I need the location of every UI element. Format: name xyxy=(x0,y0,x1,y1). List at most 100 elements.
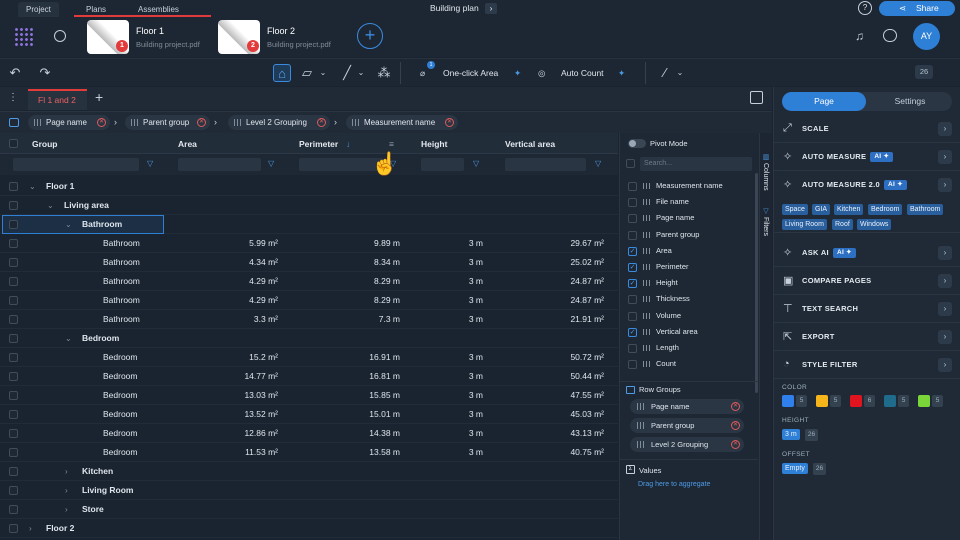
row-checkbox[interactable] xyxy=(9,410,18,419)
add-tab-button[interactable]: + xyxy=(95,89,103,105)
chevron-right-icon[interactable]: › xyxy=(938,150,952,164)
column-list-item[interactable]: Length xyxy=(628,340,758,356)
drag-handle-icon[interactable] xyxy=(643,328,650,335)
style-filter-item[interactable]: ◔ STYLE FILTER › xyxy=(774,351,960,379)
remove-chip-icon[interactable]: ✕ xyxy=(445,118,454,127)
table-row[interactable]: Bathroom 4.29 m² 8.29 m 3 m 24.87 m² xyxy=(0,272,618,291)
drag-handle-icon[interactable] xyxy=(643,312,650,319)
color-swatch[interactable] xyxy=(816,395,828,407)
chevron-down-icon[interactable]: ⌄ xyxy=(318,64,328,82)
notification-bell-icon[interactable]: ♫ xyxy=(855,29,864,43)
remove-chip-icon[interactable]: ✕ xyxy=(731,440,740,449)
column-list-item[interactable]: ✓ Area xyxy=(628,243,758,259)
app-logo-icon[interactable] xyxy=(14,27,34,47)
table-row[interactable]: Bathroom 4.29 m² 8.29 m 3 m 24.87 m² xyxy=(0,291,618,310)
export-table-icon[interactable] xyxy=(750,91,763,104)
drag-handle-icon[interactable] xyxy=(643,231,650,238)
column-search-input[interactable]: Search... xyxy=(640,157,752,171)
column-checkbox[interactable]: ✓ xyxy=(628,279,637,289)
drag-handle-icon[interactable] xyxy=(643,264,650,270)
drag-handle-icon[interactable] xyxy=(643,345,650,351)
remove-chip-icon[interactable]: ✕ xyxy=(97,118,106,127)
table-row[interactable]: ⌄ Floor 1 xyxy=(0,177,618,196)
chevron-right-icon[interactable]: › xyxy=(938,302,952,316)
chevron-right-icon[interactable]: › xyxy=(938,330,952,344)
column-checkbox[interactable] xyxy=(628,295,637,305)
color-swatch[interactable] xyxy=(918,395,930,407)
row-checkbox[interactable] xyxy=(9,391,18,400)
chevron-right-icon[interactable]: › xyxy=(938,274,952,288)
auto-measure-item[interactable]: ✧ AUTO MEASURE AI ✦ › xyxy=(774,143,960,171)
column-checkbox[interactable] xyxy=(628,311,637,321)
auto-measure-tag[interactable]: Living Room xyxy=(782,219,827,230)
column-header-vertical-area[interactable]: Vertical area xyxy=(505,139,555,149)
table-row[interactable]: Bedroom 12.86 m² 14.38 m 3 m 43.13 m² xyxy=(0,424,618,443)
column-list-item[interactable]: Measurement name xyxy=(628,178,758,194)
tab-settings[interactable]: Settings xyxy=(868,92,952,111)
auto-measure-tag[interactable]: Bathroom xyxy=(907,204,944,215)
row-checkbox[interactable] xyxy=(9,429,18,438)
drag-handle-icon[interactable] xyxy=(643,247,650,254)
filter-icon[interactable]: ▽ xyxy=(147,159,153,168)
row-checkbox[interactable] xyxy=(9,524,18,533)
tab-page[interactable]: Page xyxy=(782,92,866,111)
zoom-badge[interactable]: 26 xyxy=(915,65,933,79)
table-row[interactable]: Bedroom 15.2 m² 16.91 m 3 m 50.72 m² xyxy=(0,348,618,367)
table-row[interactable]: ⌄ Bedroom xyxy=(0,329,618,348)
column-checkbox[interactable] xyxy=(628,230,637,240)
row-checkbox[interactable] xyxy=(9,277,18,286)
line-tool-icon[interactable]: ╱ xyxy=(338,64,356,82)
area-tool-icon[interactable]: ▱ xyxy=(298,64,316,82)
title-chevron-icon[interactable]: › xyxy=(485,3,498,14)
pivot-mode-toggle[interactable] xyxy=(628,139,646,148)
group-chip-level-2-grouping[interactable]: Level 2 Grouping ✕ xyxy=(228,115,330,130)
table-row[interactable]: Bedroom 13.52 m² 15.01 m 3 m 45.03 m² xyxy=(0,405,618,424)
column-list-item[interactable]: ✓ Height xyxy=(628,275,758,291)
drag-handle-icon[interactable] xyxy=(643,280,650,287)
column-list-item[interactable]: Page name xyxy=(628,210,758,226)
table-row[interactable]: › Living Room xyxy=(0,481,618,500)
search-icon[interactable] xyxy=(54,30,66,42)
file-card-floor-2[interactable]: 2 Floor 2 Building project.pdf xyxy=(218,20,341,54)
column-checkbox[interactable] xyxy=(628,198,637,208)
filter-icon[interactable]: ▽ xyxy=(595,159,601,168)
polygon-tool-icon[interactable]: ⌂ xyxy=(273,64,291,82)
filter-icon[interactable]: ▽ xyxy=(473,159,479,168)
drag-handle-icon[interactable] xyxy=(643,361,650,368)
tab-filters[interactable]: ▽ Filters xyxy=(761,207,769,236)
expand-toggle-icon[interactable]: ⌄ xyxy=(65,329,72,348)
color-swatch[interactable] xyxy=(850,395,862,407)
one-click-area-button[interactable]: ⌀ 1 One-click Area ✦ xyxy=(418,61,530,82)
help-icon[interactable]: ? xyxy=(858,1,872,15)
undo-icon[interactable]: ↶ xyxy=(6,64,24,82)
height-value-tag[interactable]: 3 m xyxy=(782,429,800,440)
row-checkbox[interactable] xyxy=(9,239,18,248)
chevron-right-icon[interactable]: › xyxy=(938,122,952,136)
row-checkbox[interactable] xyxy=(9,296,18,305)
column-list-item[interactable]: Parent group xyxy=(628,227,758,243)
row-checkbox[interactable] xyxy=(9,315,18,324)
table-row[interactable]: › Store xyxy=(0,500,618,519)
group-chip-page-name[interactable]: Page name ✕ xyxy=(28,115,110,130)
document-title[interactable]: Building plan › xyxy=(430,3,498,14)
row-checkbox[interactable] xyxy=(9,467,18,476)
row-group-chip[interactable]: Parent group ✕ xyxy=(630,418,744,433)
table-row[interactable]: Bathroom 4.34 m² 8.34 m 3 m 25.02 m² xyxy=(0,253,618,272)
remove-chip-icon[interactable]: ✕ xyxy=(731,402,740,411)
row-checkbox[interactable] xyxy=(9,353,18,362)
column-header-area[interactable]: Area xyxy=(178,139,197,149)
remove-chip-icon[interactable]: ✕ xyxy=(197,118,206,127)
row-checkbox[interactable] xyxy=(9,201,18,210)
row-checkbox[interactable] xyxy=(9,182,18,191)
drag-handle-icon[interactable] xyxy=(637,403,644,410)
expand-toggle-icon[interactable]: › xyxy=(29,519,32,538)
auto-measure-tag[interactable]: Windows xyxy=(857,219,892,230)
column-list-item[interactable]: ✓ Vertical area xyxy=(628,324,758,340)
expand-toggle-icon[interactable]: › xyxy=(65,481,68,500)
scale-item[interactable]: ⤢ SCALE › xyxy=(774,115,960,143)
share-button[interactable]: ⋖ Share xyxy=(879,1,955,16)
redo-icon[interactable]: ↷ xyxy=(36,64,54,82)
column-list-item[interactable]: Volume xyxy=(628,308,758,324)
column-header-height[interactable]: Height xyxy=(421,139,447,149)
drag-handle-icon[interactable] xyxy=(643,199,650,206)
